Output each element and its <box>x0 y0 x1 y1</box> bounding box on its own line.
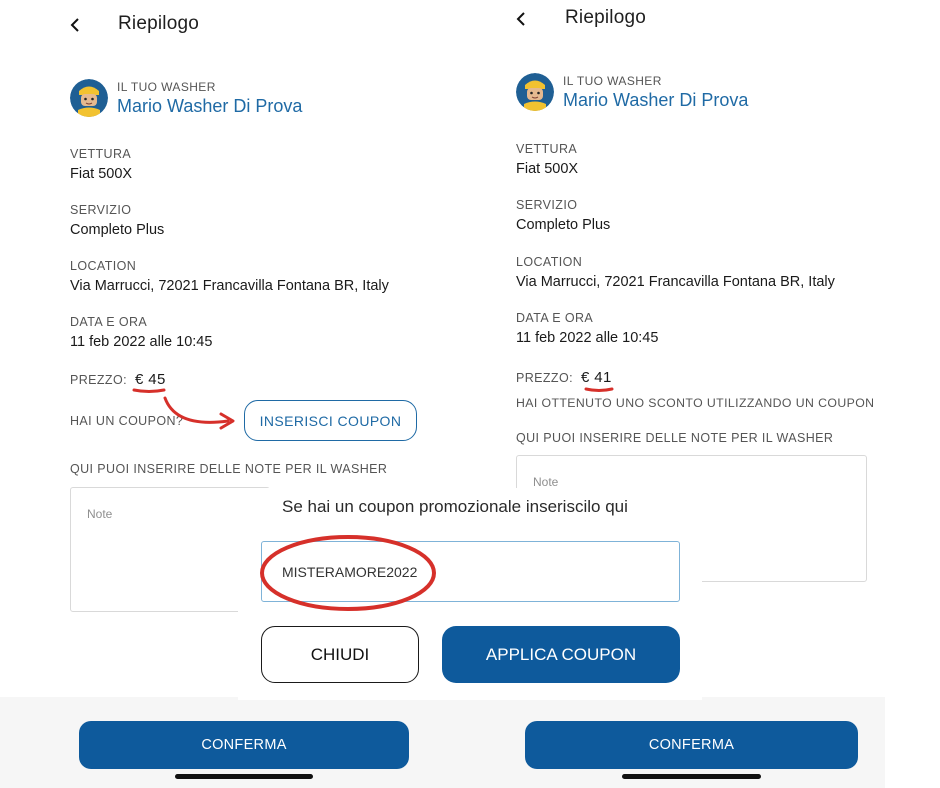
price-value: € 45 <box>134 371 166 388</box>
confirm-button[interactable]: CONFERMA <box>525 721 858 769</box>
service-value: Completo Plus <box>70 222 165 238</box>
service-label: SERVIZIO <box>70 203 132 217</box>
insert-coupon-button[interactable]: INSERISCI COUPON <box>244 400 417 441</box>
close-button[interactable]: CHIUDI <box>261 626 419 683</box>
price-row: PREZZO: € 41 <box>516 369 612 386</box>
notes-placeholder: Note <box>87 507 113 521</box>
modal-title: Se hai un coupon promozionale inseriscil… <box>282 497 628 516</box>
coupon-modal: Se hai un coupon promozionale inseriscil… <box>238 488 702 700</box>
price-value: € 41 <box>580 369 612 386</box>
apply-coupon-button[interactable]: APPLICA COUPON <box>442 626 680 683</box>
location-label: LOCATION <box>70 259 137 273</box>
service-value: Completo Plus <box>516 217 611 233</box>
washer-name: Mario Washer Di Prova <box>563 90 749 110</box>
coupon-input[interactable]: MISTERAMORE2022 <box>261 541 680 602</box>
location-label: LOCATION <box>516 255 583 269</box>
datetime-label: DATA E ORA <box>516 311 594 325</box>
notes-label: QUI PUOI INSERIRE DELLE NOTE PER IL WASH… <box>516 431 834 445</box>
datetime-value: 11 feb 2022 alle 10:45 <box>516 330 659 346</box>
home-indicator <box>175 774 313 779</box>
washer-name: Mario Washer Di Prova <box>117 96 303 116</box>
datetime-value: 11 feb 2022 alle 10:45 <box>70 334 213 350</box>
notes-placeholder: Note <box>533 475 559 489</box>
datetime-label: DATA E ORA <box>70 315 148 329</box>
confirm-button[interactable]: CONFERMA <box>79 721 409 769</box>
chevron-left-icon[interactable] <box>68 10 92 40</box>
discount-message: HAI OTTENUTO UNO SCONTO UTILIZZANDO UN C… <box>516 396 875 410</box>
notes-label: QUI PUOI INSERIRE DELLE NOTE PER IL WASH… <box>70 462 388 476</box>
washer-avatar-icon <box>70 79 108 117</box>
chevron-left-icon[interactable] <box>514 4 538 34</box>
home-indicator <box>622 774 761 779</box>
vehicle-value: Fiat 500X <box>516 161 579 177</box>
washer-label: IL TUO WASHER <box>117 80 216 94</box>
vehicle-label: VETTURA <box>70 147 132 161</box>
location-value: Via Marrucci, 72021 Francavilla Fontana … <box>70 278 389 294</box>
washer-label: IL TUO WASHER <box>563 74 662 88</box>
price-label: PREZZO: <box>70 373 127 387</box>
page-title: Riepilogo <box>565 7 647 28</box>
service-label: SERVIZIO <box>516 198 578 212</box>
washer-avatar-icon <box>516 73 554 111</box>
coupon-question: HAI UN COUPON? <box>70 414 184 428</box>
vehicle-value: Fiat 500X <box>70 166 133 182</box>
price-label: PREZZO: <box>516 371 573 385</box>
price-row: PREZZO: € 45 <box>70 371 166 388</box>
vehicle-label: VETTURA <box>516 142 578 156</box>
page-title: Riepilogo <box>118 13 200 34</box>
location-value: Via Marrucci, 72021 Francavilla Fontana … <box>516 274 835 290</box>
